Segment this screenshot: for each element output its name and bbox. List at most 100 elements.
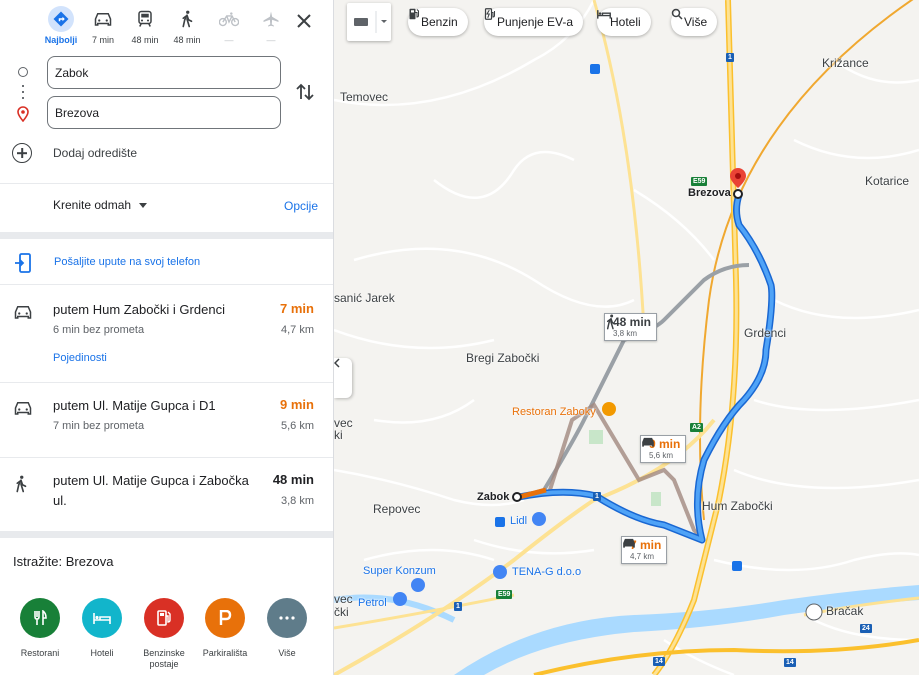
route-distance: 5,6 km	[280, 420, 314, 432]
category-parking[interactable]: Parkirališta	[195, 598, 255, 659]
main-route-callout[interactable]: 7 min 4,7 km	[621, 536, 668, 564]
category-gas-stations[interactable]: Benzinske postaje	[134, 598, 194, 670]
send-to-phone-link[interactable]: Pošaljite upute na svoj telefon	[0, 252, 333, 274]
walk-route-callout[interactable]: 48 min 3,8 km	[604, 313, 658, 341]
chip-label: Benzin	[421, 15, 458, 29]
connector-dots	[22, 83, 24, 103]
mode-label: —	[266, 35, 276, 45]
road-shield: 1	[454, 602, 462, 611]
close-directions-button[interactable]	[293, 10, 315, 32]
mode-car[interactable]: 7 min	[82, 6, 124, 46]
car-icon	[90, 6, 116, 32]
road-shield: E59	[496, 590, 513, 599]
close-icon	[297, 14, 311, 28]
poi-label[interactable]: Lidl	[510, 515, 527, 527]
callout-distance: 5,6 km	[649, 451, 674, 460]
place-label: sanić Jarek	[334, 291, 395, 305]
destination-pin-icon	[16, 106, 30, 127]
depart-time-dropdown[interactable]: Krenite odmah	[53, 198, 148, 212]
directions-panel: Najbolji 7 min 48 min 48 min — — Zabok B…	[0, 0, 334, 675]
route-title: putem Ul. Matije Gupca i D1	[53, 398, 216, 413]
place-label: Temovec	[340, 90, 389, 104]
place-label: Zabok	[477, 491, 510, 503]
mode-transit[interactable]: 48 min	[124, 6, 166, 46]
chip-ev-charging[interactable]: Punjenje EV-a	[484, 8, 584, 36]
poi-label[interactable]: TENA-G d.o.o	[512, 566, 581, 578]
road-shield: A2	[690, 423, 703, 432]
restaurant-icon	[20, 598, 60, 638]
hotel-icon	[82, 598, 122, 638]
bike-icon	[216, 6, 242, 32]
origin-dot-icon	[18, 67, 28, 77]
place-label: Bregi Zabočki	[466, 351, 540, 365]
map-canvas[interactable]: Benzin Punjenje EV-a Hoteli Više Temovec…	[334, 0, 919, 675]
mode-bike[interactable]: —	[208, 6, 250, 46]
depart-time-label: Krenite odmah	[53, 198, 132, 212]
mode-flight[interactable]: —	[250, 6, 292, 46]
route-option-3[interactable]: putem Ul. Matije Gupca i Zabočka ul. 48 …	[0, 471, 333, 521]
destination-input[interactable]	[47, 96, 281, 129]
callout-distance: 3,8 km	[613, 329, 638, 338]
category-label: Parkirališta	[202, 648, 248, 658]
origin-input[interactable]	[47, 56, 281, 89]
route-distance: 3,8 km	[280, 495, 314, 507]
send-to-phone-label: Pošaljite upute na svoj telefon	[54, 256, 201, 268]
more-icon	[267, 598, 307, 638]
chip-more[interactable]: Više	[671, 8, 718, 36]
swap-icon	[296, 83, 314, 101]
gas-station-icon	[144, 598, 184, 638]
swap-button[interactable]	[295, 81, 315, 103]
chip-hotels[interactable]: Hoteli	[597, 8, 651, 36]
place-label: Grdenci	[744, 326, 787, 340]
place-label: Repovec	[373, 502, 421, 516]
mode-label: —	[224, 35, 234, 45]
poi-label[interactable]: Super Konzum	[363, 565, 436, 577]
flight-icon	[258, 6, 284, 32]
category-label: Više	[278, 648, 296, 658]
callout-distance: 4,7 km	[630, 552, 655, 561]
route-time: 7 min	[280, 301, 314, 316]
add-destination-button[interactable]: Dodaj odredište	[12, 143, 137, 163]
divider	[0, 284, 333, 285]
collapse-panel-button[interactable]	[334, 358, 352, 398]
options-button[interactable]: Opcije	[284, 199, 318, 213]
chip-gas[interactable]: Benzin	[408, 8, 468, 36]
send-to-phone-icon	[14, 253, 32, 278]
input-tools-button[interactable]	[347, 3, 391, 41]
explore-heading: Istražite: Brezova	[13, 554, 114, 569]
route-option-2[interactable]: putem Ul. Matije Gupca i D1 9 min 7 min …	[0, 396, 333, 452]
road-shield: 1	[726, 53, 734, 62]
place-label: Bračak	[826, 604, 864, 618]
divider	[0, 457, 333, 458]
category-label: Benzinske postaje	[143, 648, 185, 669]
parking-icon	[205, 598, 245, 638]
place-label: Hum Zabočki	[702, 499, 773, 513]
place-label: vec	[334, 592, 353, 606]
road-shield: 24	[860, 624, 872, 633]
route-option-1[interactable]: putem Hum Zabočki i Grdenci 7 min 6 min …	[0, 300, 333, 380]
route-time: 48 min	[272, 472, 314, 487]
poi-label[interactable]: Restoran Zaboky	[512, 406, 596, 418]
car-icon	[14, 304, 32, 325]
category-more[interactable]: Više	[257, 598, 317, 659]
mode-best[interactable]: Najbolji	[40, 6, 82, 46]
transit-icon	[132, 6, 158, 32]
walk-icon	[174, 6, 200, 32]
route-traffic-note: 6 min bez prometa	[53, 324, 145, 336]
poi-label[interactable]: Petrol	[358, 597, 387, 609]
mode-label: 48 min	[173, 35, 201, 45]
route-title: putem Ul. Matije Gupca i Zabočka ul.	[53, 473, 249, 508]
route-details-link[interactable]: Pojedinosti	[53, 352, 107, 364]
divider	[0, 232, 333, 239]
category-restaurants[interactable]: Restorani	[10, 598, 70, 659]
caret-down-icon	[139, 202, 148, 208]
mode-label: 7 min	[91, 35, 114, 45]
alt-route-callout[interactable]: 9 min 5,6 km	[640, 435, 687, 463]
mode-label: 48 min	[131, 35, 159, 45]
road-shield: 14	[653, 657, 665, 666]
mode-walk[interactable]: 48 min	[166, 6, 208, 46]
road-shield: 14	[784, 658, 796, 667]
best-route-icon	[48, 6, 74, 32]
callout-time: 48 min	[613, 315, 652, 329]
category-hotels[interactable]: Hoteli	[72, 598, 132, 659]
